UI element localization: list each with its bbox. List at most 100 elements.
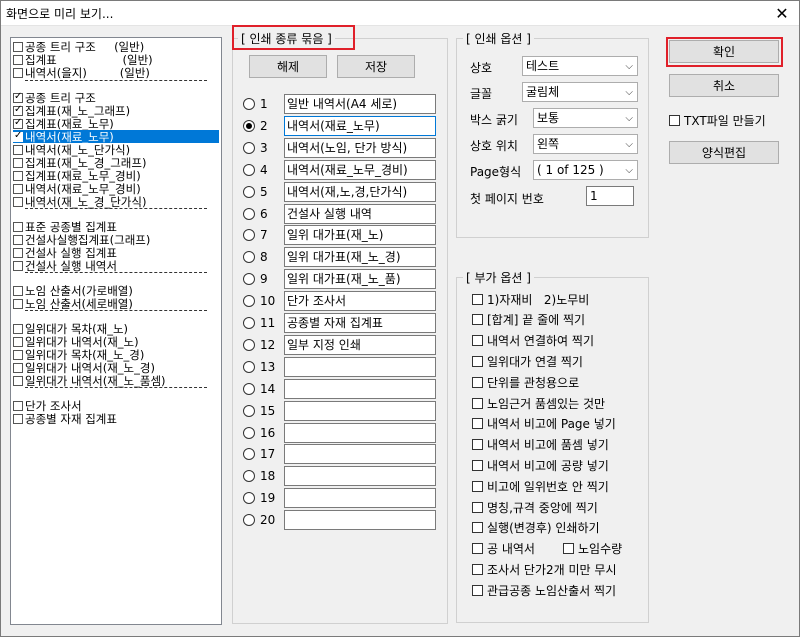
- print-type-row[interactable]: 16: [243, 423, 284, 443]
- page-format-select[interactable]: ( 1 of 125 ) ⌵: [533, 160, 638, 180]
- print-type-radio[interactable]: [243, 317, 255, 329]
- print-type-row[interactable]: 8: [243, 247, 284, 267]
- report-checkbox[interactable]: [13, 130, 23, 142]
- report-list-item[interactable]: 일위대가 목차(재_노_경): [13, 348, 219, 361]
- report-list-item[interactable]: 단가 조사서: [13, 399, 219, 412]
- print-type-radio[interactable]: [243, 404, 255, 417]
- report-list-item[interactable]: 일위대가 목차(재_노): [13, 322, 219, 335]
- print-type-field[interactable]: [284, 510, 436, 531]
- company-select[interactable]: 테스트 ⌵: [522, 56, 638, 76]
- print-type-field[interactable]: 건설사 실행 내역: [284, 203, 436, 224]
- extra-option-checkbox[interactable]: [합계] 끝 줄에 찍기: [472, 312, 585, 328]
- print-type-radio[interactable]: [243, 382, 255, 395]
- form-edit-button[interactable]: 양식편집: [669, 141, 779, 164]
- extra-option-checkbox[interactable]: 공 내역서: [472, 541, 535, 557]
- report-list-item[interactable]: 일위대가 내역서(재_노): [13, 335, 219, 348]
- save-button[interactable]: 저장: [337, 55, 415, 78]
- print-type-row[interactable]: 12: [243, 335, 284, 355]
- print-type-radio[interactable]: [243, 98, 255, 110]
- print-type-radio[interactable]: [243, 251, 255, 264]
- report-list-item[interactable]: 노임 산출서(세로배열): [13, 297, 219, 310]
- print-type-field[interactable]: 단가 조사서: [284, 291, 436, 312]
- extra-option-checkbox[interactable]: 내역서 연결하여 찍기: [472, 333, 594, 349]
- extra-option-checkbox[interactable]: 실행(변경후) 인쇄하기: [472, 520, 600, 536]
- report-list-item[interactable]: 내역서(재_노_경_단가식): [13, 195, 219, 208]
- extra-option-checkbox[interactable]: 내역서 비고에 품셈 넣기: [472, 437, 609, 453]
- report-checkbox[interactable]: [13, 54, 23, 65]
- extra-option-checkbox[interactable]: 명칭,규격 중앙에 찍기: [472, 499, 598, 515]
- close-icon[interactable]: ✕: [770, 2, 794, 24]
- print-type-radio[interactable]: [243, 295, 255, 308]
- print-type-row[interactable]: 11: [243, 313, 284, 333]
- report-checkbox[interactable]: [13, 144, 23, 155]
- report-checkbox[interactable]: [13, 285, 23, 296]
- report-checkbox[interactable]: [13, 183, 23, 194]
- report-checkbox[interactable]: [13, 323, 23, 334]
- box-thickness-select[interactable]: 보통 ⌵: [533, 108, 638, 128]
- report-list-item[interactable]: 건설사 실행 집계표: [13, 246, 219, 259]
- clear-button[interactable]: 해제: [249, 55, 327, 78]
- print-type-row[interactable]: 13: [243, 357, 284, 377]
- report-list-item[interactable]: 건설사실행집계표(그래프): [13, 233, 219, 246]
- print-type-row[interactable]: 20: [243, 510, 284, 530]
- print-type-field[interactable]: [284, 466, 436, 487]
- report-list-item[interactable]: 일위대가 내역서(재_노_경): [13, 361, 219, 374]
- print-type-radio[interactable]: [243, 185, 255, 198]
- print-type-field[interactable]: 내역서(노임, 단가 방식): [284, 137, 436, 158]
- report-checkbox[interactable]: [13, 400, 23, 411]
- extra-option-checkbox[interactable]: 노임근거 품셈있는 것만: [472, 395, 605, 411]
- txt-file-checkbox[interactable]: TXT파일 만들기: [669, 112, 766, 128]
- print-type-radio[interactable]: [243, 273, 255, 286]
- extra-option-checkbox[interactable]: 관급공종 노임산출서 찍기: [472, 582, 616, 598]
- print-type-field[interactable]: [284, 444, 436, 465]
- report-list-item[interactable]: 건설사 실행 내역서: [13, 259, 219, 272]
- print-type-field[interactable]: 내역서(재료_노무): [284, 115, 436, 136]
- report-list-item[interactable]: 집계표(재_노_그래프): [13, 104, 219, 117]
- report-checkbox[interactable]: [13, 91, 23, 103]
- report-checkbox[interactable]: [13, 157, 23, 168]
- report-checkbox[interactable]: [13, 362, 23, 373]
- print-type-row[interactable]: 6: [243, 204, 284, 224]
- print-type-row[interactable]: 18: [243, 466, 284, 486]
- print-type-row[interactable]: 17: [243, 444, 284, 464]
- print-type-radio[interactable]: [243, 163, 255, 176]
- print-type-row[interactable]: 10: [243, 291, 284, 311]
- print-type-row[interactable]: 9: [243, 269, 284, 289]
- report-list-item[interactable]: 표준 공종별 집계표: [13, 220, 219, 233]
- report-checkbox[interactable]: [13, 104, 23, 116]
- print-type-row[interactable]: 3: [243, 138, 284, 158]
- report-checkbox[interactable]: [13, 170, 23, 181]
- extra-option-checkbox[interactable]: 일위대가 연결 찍기: [472, 353, 583, 369]
- print-type-row[interactable]: 19: [243, 488, 284, 508]
- print-type-radio[interactable]: [243, 514, 255, 527]
- print-type-radio[interactable]: [243, 207, 255, 220]
- extra-option-checkbox[interactable]: 비고에 일위번호 안 찍기: [472, 478, 609, 494]
- report-checkbox[interactable]: [13, 196, 23, 207]
- extra-option-checkbox[interactable]: 내역서 비고에 공량 넣기: [472, 457, 609, 473]
- report-list-item[interactable]: 공종 트리 구조: [13, 91, 219, 104]
- print-type-field[interactable]: [284, 378, 436, 399]
- report-list-item[interactable]: 집계표(재_노_경_그래프): [13, 156, 219, 169]
- print-type-row[interactable]: 4: [243, 160, 284, 180]
- ok-button[interactable]: 확인: [669, 40, 779, 63]
- print-type-row[interactable]: 15: [243, 401, 284, 421]
- report-checkbox[interactable]: [13, 349, 23, 360]
- print-type-field[interactable]: [284, 488, 436, 509]
- report-list[interactable]: 공종 트리 구조 (일반)집계표 (일반)내역서(을지) (일반) 공종 트리 구…: [10, 37, 222, 625]
- report-list-item[interactable]: 내역서(재료_노무_경비): [13, 182, 219, 195]
- labor-qty-checkbox[interactable]: 노임수량: [563, 541, 622, 557]
- cancel-button[interactable]: 취소: [669, 74, 779, 97]
- report-checkbox[interactable]: [13, 298, 23, 309]
- print-type-field[interactable]: [284, 356, 436, 377]
- print-type-radio[interactable]: [243, 426, 255, 439]
- print-type-row[interactable]: 1: [243, 94, 284, 114]
- print-type-field[interactable]: 일위 대가표(재_노): [284, 225, 436, 246]
- report-checkbox[interactable]: [13, 260, 23, 271]
- report-list-item[interactable]: 노임 산출서(가로배열): [13, 284, 219, 297]
- report-checkbox[interactable]: [13, 41, 23, 52]
- print-type-radio[interactable]: [243, 360, 255, 373]
- print-type-radio[interactable]: [243, 470, 255, 483]
- report-checkbox[interactable]: [13, 413, 23, 424]
- extra-option-checkbox[interactable]: 1)자재비 2)노무비: [472, 291, 589, 307]
- extra-option-checkbox[interactable]: 내역서 비고에 Page 넣기: [472, 416, 616, 432]
